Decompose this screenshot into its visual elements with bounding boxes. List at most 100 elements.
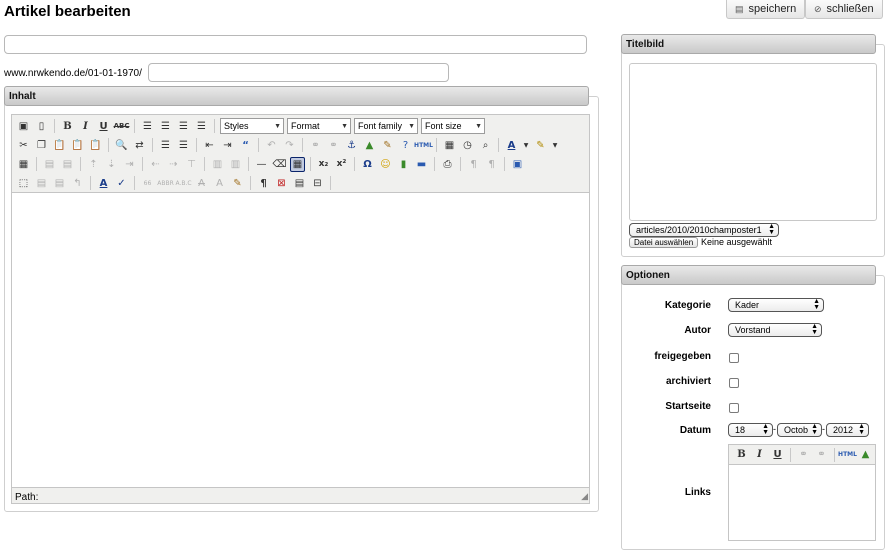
template-icon[interactable]: ▤ xyxy=(292,176,307,191)
nonbreaking-icon[interactable]: ⊠ xyxy=(274,176,289,191)
outdent-icon[interactable]: ⇤ xyxy=(202,138,217,153)
save-doc-icon[interactable]: ▣ xyxy=(16,119,31,134)
blockquote-icon[interactable]: “ xyxy=(238,138,253,153)
fullscreen-icon[interactable]: ▣ xyxy=(510,157,525,172)
show-blocks-icon[interactable]: ¶ xyxy=(256,176,271,191)
links-editor-content[interactable] xyxy=(729,465,875,540)
page-break-alt-icon[interactable]: ⊟ xyxy=(310,176,325,191)
new-document-icon[interactable]: ▯ xyxy=(34,119,49,134)
link-icon[interactable]: ⚭ xyxy=(796,447,811,462)
cite-icon[interactable]: 66 xyxy=(140,176,155,191)
paste-icon[interactable]: 📋 xyxy=(52,138,67,153)
underline-icon[interactable]: U xyxy=(770,447,785,462)
horizontal-rule-icon[interactable]: — xyxy=(254,157,269,172)
underline-icon[interactable]: U xyxy=(96,119,111,134)
editor-content-area[interactable] xyxy=(12,192,589,488)
abbreviation-icon[interactable]: ABBR xyxy=(157,176,174,191)
align-right-icon[interactable]: ☰ xyxy=(176,119,191,134)
cut-icon[interactable]: ✂ xyxy=(16,138,31,153)
italic-icon[interactable]: I xyxy=(78,119,93,134)
styles-select[interactable]: Styles ▼ xyxy=(220,118,284,134)
dropdown-arrow-icon[interactable]: ▼ xyxy=(551,138,559,153)
delete-row-icon[interactable]: ⇥ xyxy=(122,157,137,172)
row-properties-icon[interactable]: ▤ xyxy=(42,157,57,172)
paste-text-icon[interactable]: 📋 xyxy=(70,138,85,153)
align-center-icon[interactable]: ☰ xyxy=(158,119,173,134)
anchor-icon[interactable]: ⚓ xyxy=(344,138,359,153)
highlight-color-icon[interactable]: ✎ xyxy=(533,138,548,153)
acronym-icon[interactable]: A.B.C xyxy=(175,176,191,191)
find-icon[interactable]: 🔍 xyxy=(114,138,129,153)
rtl-icon[interactable]: ¶ xyxy=(484,157,499,172)
copy-icon[interactable]: ❐ xyxy=(34,138,49,153)
insert-col-before-icon[interactable]: ⇠ xyxy=(148,157,163,172)
released-checkbox[interactable] xyxy=(729,353,739,363)
style-props-icon[interactable]: A xyxy=(96,176,111,191)
text-color-icon[interactable]: A xyxy=(504,138,519,153)
strikethrough-icon[interactable]: ABC xyxy=(114,119,130,134)
author-select[interactable]: Vorstand ▲ ▼ xyxy=(728,323,822,337)
bold-icon[interactable]: B xyxy=(734,447,749,462)
insert-col-after-icon[interactable]: ⇢ xyxy=(166,157,181,172)
delete-col-icon[interactable]: ⊤ xyxy=(184,157,199,172)
insert-time-icon[interactable]: ◷ xyxy=(460,138,475,153)
image-path-select[interactable]: articles/2010/2010champoster1 ▲ ▼ xyxy=(629,223,779,237)
special-char-icon[interactable]: Ω xyxy=(360,157,375,172)
font-size-select[interactable]: Font size ▼ xyxy=(421,118,485,134)
media-icon[interactable]: ▮ xyxy=(396,157,411,172)
cleanup-icon[interactable]: ✎ xyxy=(380,138,395,153)
category-select[interactable]: Kader ▲ ▼ xyxy=(728,298,824,312)
date-year-select[interactable]: 2012 ▲ ▼ xyxy=(826,423,869,437)
unlink-icon[interactable]: ⚭ xyxy=(326,138,341,153)
numbered-list-icon[interactable]: ☰ xyxy=(176,138,191,153)
subscript-icon[interactable]: x₂ xyxy=(316,157,331,172)
date-month-select[interactable]: Octob ▲ ▼ xyxy=(777,423,822,437)
visual-aid-icon[interactable]: ▦ xyxy=(290,156,305,172)
bullet-list-icon[interactable]: ☰ xyxy=(158,138,173,153)
align-justify-icon[interactable]: ☰ xyxy=(194,119,209,134)
unlink-icon[interactable]: ⚭ xyxy=(814,447,829,462)
image-icon[interactable]: ▲ xyxy=(858,447,873,462)
archived-checkbox[interactable] xyxy=(729,378,739,388)
print-icon[interactable]: ⎙ xyxy=(440,157,455,172)
html-source-icon[interactable]: HTML xyxy=(414,138,433,153)
move-backward-icon[interactable]: ▤ xyxy=(52,176,67,191)
insertion-icon[interactable]: A xyxy=(212,176,227,191)
file-choose-button[interactable]: Datei auswählen xyxy=(629,237,699,248)
italic-icon[interactable]: I xyxy=(752,447,767,462)
dropdown-arrow-icon[interactable]: ▼ xyxy=(522,138,530,153)
insert-row-before-icon[interactable]: ⇡ xyxy=(86,157,101,172)
close-button[interactable]: ⊘ schließen xyxy=(805,0,883,19)
link-icon[interactable]: ⚭ xyxy=(308,138,323,153)
attributes-icon[interactable]: ✎ xyxy=(230,176,245,191)
emoticon-icon[interactable]: ☺ xyxy=(378,157,393,172)
paste-word-icon[interactable]: 📋 xyxy=(88,138,103,153)
bold-icon[interactable]: B xyxy=(60,119,75,134)
cell-properties-icon[interactable]: ▤ xyxy=(60,157,75,172)
indent-icon[interactable]: ⇥ xyxy=(220,138,235,153)
insert-layer-icon[interactable]: ⬚ xyxy=(16,176,31,191)
superscript-icon[interactable]: x² xyxy=(334,157,349,172)
help-icon[interactable]: ? xyxy=(398,138,413,153)
remove-format-icon[interactable]: ⌫ xyxy=(272,157,287,172)
font-family-select[interactable]: Font family ▼ xyxy=(354,118,418,134)
slug-input[interactable] xyxy=(148,63,449,82)
startpage-checkbox[interactable] xyxy=(729,403,739,413)
ltr-icon[interactable]: ¶ xyxy=(466,157,481,172)
absolute-position-icon[interactable]: ↰ xyxy=(70,176,85,191)
format-select[interactable]: Format ▼ xyxy=(287,118,351,134)
insert-date-icon[interactable]: ▦ xyxy=(442,138,457,153)
spellcheck-icon[interactable]: ✓ xyxy=(114,176,129,191)
save-button[interactable]: ▤ speichern xyxy=(726,0,805,19)
page-break-icon[interactable]: ▬ xyxy=(414,157,429,172)
insert-row-after-icon[interactable]: ⇣ xyxy=(104,157,119,172)
move-forward-icon[interactable]: ▤ xyxy=(34,176,49,191)
replace-icon[interactable]: ⇄ xyxy=(132,138,147,153)
preview-icon[interactable]: ⌕ xyxy=(478,138,493,153)
undo-icon[interactable]: ↶ xyxy=(264,138,279,153)
redo-icon[interactable]: ↷ xyxy=(282,138,297,153)
deletion-icon[interactable]: A xyxy=(194,176,209,191)
table-properties-icon[interactable]: ▦ xyxy=(16,157,31,172)
image-icon[interactable]: ▲ xyxy=(362,138,377,153)
align-left-icon[interactable]: ☰ xyxy=(140,119,155,134)
